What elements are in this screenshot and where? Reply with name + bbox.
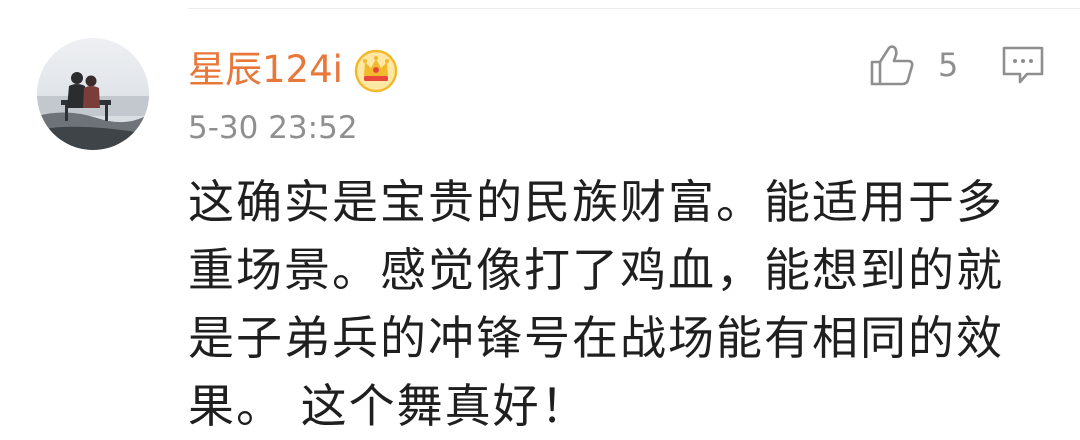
reply-button[interactable] (1001, 44, 1045, 86)
top-divider (188, 8, 1080, 9)
like-button[interactable]: 5 (868, 42, 958, 88)
comment-text: 这确实是宝贵的民族财富。能适用于多 重场景。感觉像打了鸡血，能想到的就 是子弟兵… (188, 168, 1028, 440)
crown-icon[interactable] (353, 47, 399, 93)
username-row: 星辰124i (188, 42, 399, 98)
comment-text-line: 果。 这个舞真好！ (188, 379, 589, 433)
username[interactable]: 星辰124i (188, 42, 343, 98)
comment-icon (1002, 46, 1044, 84)
like-count: 5 (938, 46, 959, 84)
comment-text-line: 重场景。感觉像打了鸡血，能想到的就 (188, 243, 1004, 297)
thumbs-up-icon (868, 42, 916, 88)
comment-text-line: 是子弟兵的冲锋号在战场能有相同的效 (188, 311, 1004, 365)
comment-text-line: 这确实是宝贵的民族财富。能适用于多 (188, 175, 1004, 229)
avatar-photo-icon (37, 38, 149, 150)
timestamp: 5-30 23:52 (188, 110, 358, 146)
avatar[interactable] (37, 38, 149, 150)
